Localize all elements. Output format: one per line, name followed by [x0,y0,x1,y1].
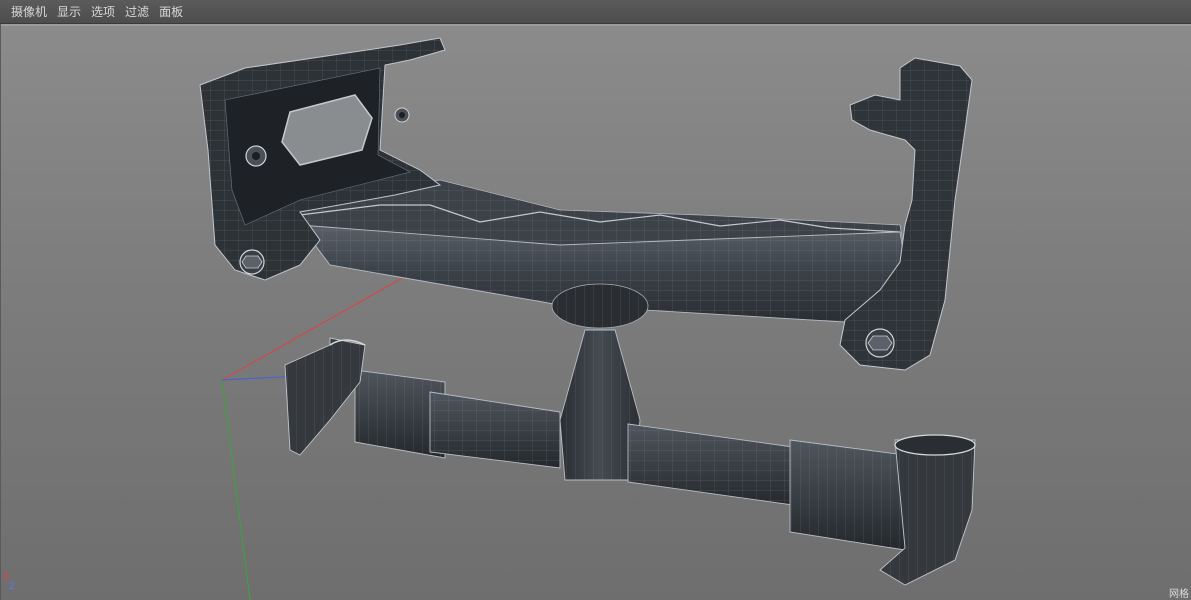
menu-panel[interactable]: 面板 [154,1,188,23]
menu-camera[interactable]: 摄像机 [6,1,52,23]
viewport-frame [0,24,1191,600]
viewport-corner-label: 网格 [1169,589,1189,600]
menu-display[interactable]: 显示 [52,1,86,23]
axis-x-label: X [3,572,10,582]
viewport-menubar: 摄像机 显示 选项 过滤 面板 [0,0,1191,24]
menu-options[interactable]: 选项 [86,1,120,23]
3d-viewport[interactable]: X Z 网格 [0,24,1191,600]
menu-filter[interactable]: 过滤 [120,1,154,23]
axis-z-label: Z [9,582,16,592]
app-window: 摄像机 显示 选项 过滤 面板 X Z 网格 [0,0,1191,600]
